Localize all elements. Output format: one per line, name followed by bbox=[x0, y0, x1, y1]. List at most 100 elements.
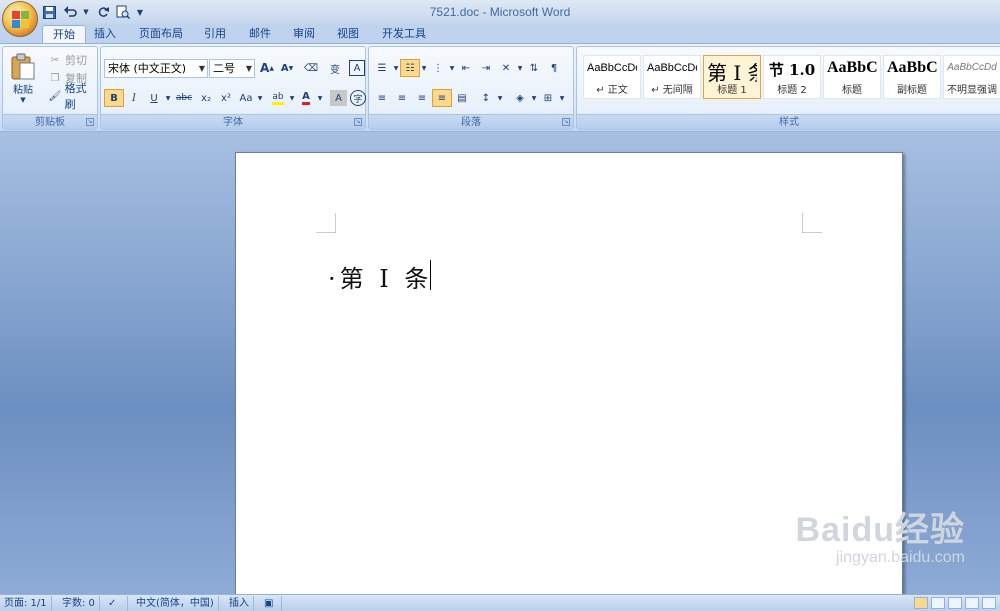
underline-dropdown-icon[interactable]: ▼ bbox=[164, 89, 172, 107]
style-normal-sample: AaBbCcDd bbox=[587, 62, 637, 74]
print-layout-view-icon[interactable] bbox=[914, 597, 928, 609]
tab-references[interactable]: 引用 bbox=[194, 25, 236, 44]
font-color-dropdown-icon[interactable]: ▼ bbox=[316, 89, 324, 107]
paste-label: 粘贴 bbox=[13, 84, 33, 96]
increase-indent-icon[interactable]: ⇥ bbox=[476, 59, 496, 77]
sort-icon[interactable]: ⇅ bbox=[524, 59, 544, 77]
highlight-dropdown-icon[interactable]: ▼ bbox=[288, 89, 296, 107]
tab-review[interactable]: 审阅 bbox=[283, 25, 325, 44]
style-heading-1[interactable]: 第 I 条 标题 1 bbox=[703, 55, 761, 99]
proofing-icon[interactable]: ✓ bbox=[104, 596, 128, 611]
font-bottom-tools: B I U ▼ abc x₂ x² Aa ▼ ab ▼ A ▼ A 字 bbox=[104, 89, 366, 107]
font-color-icon[interactable]: A bbox=[296, 89, 316, 107]
style-normal[interactable]: AaBbCcDd ↵ 正文 bbox=[583, 55, 641, 99]
copy-icon: ❐ bbox=[50, 72, 60, 84]
tab-view[interactable]: 视图 bbox=[327, 25, 369, 44]
strikethrough-button[interactable]: abc bbox=[172, 89, 196, 107]
font-name-select[interactable]: 宋体 (中文正文) ▼ bbox=[104, 59, 208, 78]
enclose-characters-icon[interactable]: 字 bbox=[350, 90, 366, 106]
macro-record-icon[interactable]: ▣ bbox=[260, 596, 282, 611]
status-language[interactable]: 中文(简体，中国) bbox=[132, 596, 219, 611]
shading-dropdown-icon[interactable]: ▼ bbox=[530, 89, 538, 107]
chinese-layout-icon[interactable]: ✕ bbox=[496, 59, 516, 77]
bold-button[interactable]: B bbox=[104, 89, 124, 107]
highlight-color-icon[interactable]: ab bbox=[268, 89, 288, 107]
numbering-dropdown-icon[interactable]: ▼ bbox=[420, 59, 428, 77]
underline-button[interactable]: U bbox=[144, 89, 164, 107]
line-spacing-icon[interactable]: ↕ bbox=[476, 89, 496, 107]
borders-dropdown-icon[interactable]: ▼ bbox=[558, 89, 566, 107]
style-title-sample: AaBbC bbox=[827, 59, 877, 76]
style-subtle-emphasis-name: 不明显强调 bbox=[947, 85, 997, 96]
font-size-value: 二号 bbox=[213, 62, 235, 75]
font-size-dropdown-icon: ▼ bbox=[245, 64, 252, 73]
justify-icon[interactable]: ≡ bbox=[432, 89, 452, 107]
office-button[interactable] bbox=[2, 1, 38, 37]
shrink-font-icon[interactable]: A ▼ bbox=[277, 59, 297, 77]
text-caret bbox=[430, 260, 431, 290]
paste-dropdown-icon[interactable]: ▼ bbox=[20, 96, 25, 104]
styles-group: AaBbCcDd ↵ 正文 AaBbCcDd ↵ 无间隔 第 I 条 标题 1 … bbox=[576, 46, 1000, 130]
full-screen-reading-icon[interactable] bbox=[931, 597, 945, 609]
paragraph-launcher-icon[interactable]: ↘ bbox=[562, 118, 570, 126]
draft-view-icon[interactable] bbox=[982, 597, 996, 609]
tab-insert[interactable]: 插入 bbox=[84, 25, 126, 44]
phonetic-guide-icon[interactable]: 变 bbox=[325, 59, 345, 77]
multilevel-dropdown-icon[interactable]: ▼ bbox=[448, 59, 456, 77]
cut-button[interactable]: ✂ 剪切 bbox=[45, 51, 87, 69]
borders-icon[interactable]: ⊞ bbox=[538, 89, 558, 107]
subscript-button[interactable]: x₂ bbox=[196, 89, 216, 107]
font-launcher-icon[interactable]: ↘ bbox=[354, 118, 362, 126]
status-page[interactable]: 页面: 1/1 bbox=[0, 596, 52, 611]
tab-page-layout[interactable]: 页面布局 bbox=[129, 25, 193, 44]
paste-button[interactable]: 粘贴 ▼ bbox=[7, 51, 39, 105]
align-center-icon[interactable]: ≡ bbox=[392, 89, 412, 107]
character-shading-icon[interactable]: A bbox=[330, 90, 347, 106]
align-right-icon[interactable]: ≡ bbox=[412, 89, 432, 107]
watermark-brand: Baidu经验 bbox=[795, 511, 965, 549]
decrease-indent-icon[interactable]: ⇤ bbox=[456, 59, 476, 77]
change-case-dropdown-icon[interactable]: ▼ bbox=[256, 89, 264, 107]
status-word-count[interactable]: 字数: 0 bbox=[58, 596, 100, 611]
tab-home[interactable]: 开始 bbox=[42, 25, 86, 44]
font-top-tools: A ▲ A ▼ ⌫ 变 A bbox=[257, 59, 365, 77]
style-subtitle[interactable]: AaBbC 副标题 bbox=[883, 55, 941, 99]
superscript-button[interactable]: x² bbox=[216, 89, 236, 107]
multilevel-list-icon[interactable]: ⋮ bbox=[428, 59, 448, 77]
style-subtle-emphasis[interactable]: AaBbCcDd 不明显强调 bbox=[943, 55, 1000, 99]
numbering-icon[interactable]: ☷ bbox=[400, 59, 420, 77]
status-insert-mode[interactable]: 插入 bbox=[225, 596, 254, 611]
show-marks-icon[interactable]: ¶ bbox=[544, 59, 564, 77]
clipboard-group-label: 剪贴板 bbox=[3, 114, 97, 129]
style-heading-2[interactable]: 节 1.0 标题 2 bbox=[763, 55, 821, 99]
tab-mailings[interactable]: 邮件 bbox=[239, 25, 281, 44]
web-layout-view-icon[interactable] bbox=[948, 597, 962, 609]
clear-formatting-icon[interactable]: ⌫ bbox=[301, 59, 321, 77]
grow-font-icon[interactable]: A ▲ bbox=[257, 59, 277, 77]
font-size-select[interactable]: 二号 ▼ bbox=[209, 59, 255, 78]
outline-view-icon[interactable] bbox=[965, 597, 979, 609]
line-spacing-dropdown-icon[interactable]: ▼ bbox=[496, 89, 504, 107]
character-border-icon[interactable]: A bbox=[349, 60, 365, 76]
format-painter-label: 格式刷 bbox=[64, 82, 87, 111]
style-subtitle-name: 副标题 bbox=[897, 85, 927, 96]
align-left-icon[interactable]: ≡ bbox=[372, 89, 392, 107]
style-subtitle-sample: AaBbC bbox=[887, 59, 937, 76]
window-title: 7521.doc - Microsoft Word bbox=[429, 5, 571, 19]
clipboard-launcher-icon[interactable]: ↘ bbox=[86, 118, 94, 126]
style-heading-1-name: 标题 1 bbox=[717, 85, 747, 96]
paragraph-bottom-tools: ≡ ≡ ≡ ≡ ▤ ↕ ▼ ◈ ▼ ⊞ ▼ bbox=[372, 89, 566, 107]
format-painter-button[interactable]: 🖌 格式刷 bbox=[45, 82, 97, 111]
distributed-icon[interactable]: ▤ bbox=[452, 89, 472, 107]
paragraph-top-tools: ☰ ▼ ☷ ▼ ⋮ ▼ ⇤ ⇥ ✕ ▼ ⇅ ¶ bbox=[372, 59, 564, 77]
style-no-spacing[interactable]: AaBbCcDd ↵ 无间隔 bbox=[643, 55, 701, 99]
bullets-icon[interactable]: ☰ bbox=[372, 59, 392, 77]
chinese-layout-dropdown-icon[interactable]: ▼ bbox=[516, 59, 524, 77]
style-title[interactable]: AaBbC 标题 bbox=[823, 55, 881, 99]
bullets-dropdown-icon[interactable]: ▼ bbox=[392, 59, 400, 77]
change-case-button[interactable]: Aa bbox=[236, 89, 256, 107]
document-text[interactable]: ·第 I 条 bbox=[328, 259, 432, 294]
italic-button[interactable]: I bbox=[124, 89, 144, 107]
tab-developer[interactable]: 开发工具 bbox=[372, 25, 436, 44]
shading-icon[interactable]: ◈ bbox=[510, 89, 530, 107]
